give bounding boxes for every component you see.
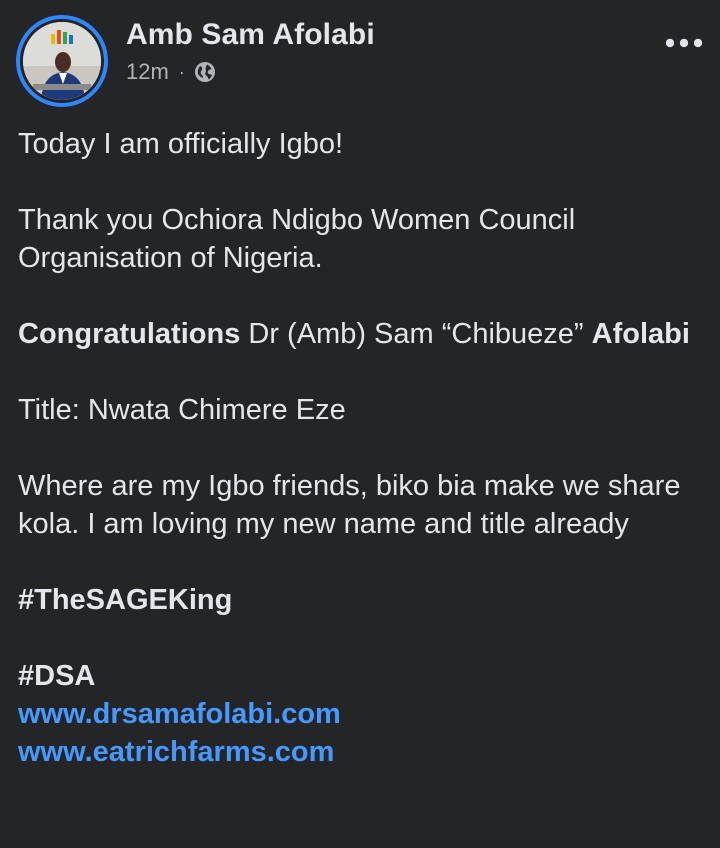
- story-ring[interactable]: [16, 15, 108, 107]
- globe-icon[interactable]: [194, 61, 216, 83]
- congrats-text: Dr (Amb) Sam “Chibueze”: [240, 318, 592, 350]
- meta-separator: ·: [178, 61, 185, 82]
- hashtag-sageking-link[interactable]: #TheSAGEKing: [18, 584, 232, 616]
- hashtag-dsa: #DSA: [18, 657, 708, 695]
- post-body: Today I am officially Igbo! Thank you Oc…: [18, 125, 708, 771]
- avatar-photo: [23, 22, 101, 100]
- congrats-name: Afolabi: [591, 318, 690, 350]
- post-line-thanks: Thank you Ochiora Ndigbo Women Council O…: [18, 204, 576, 274]
- post-line-title: Title: Nwata Chimere Eze: [18, 394, 346, 426]
- post-line-congrats: Congratulations Dr (Amb) Sam “Chibueze” …: [18, 315, 708, 353]
- post-timestamp[interactable]: 12m: [126, 59, 169, 85]
- hashtag-sageking: #TheSAGEKing: [18, 581, 708, 619]
- congrats-bold: Congratulations: [18, 318, 241, 350]
- post-header: Amb Sam Afolabi 12m ·: [0, 0, 720, 120]
- more-dots-icon: [665, 38, 703, 48]
- more-options-button[interactable]: [664, 28, 704, 58]
- author-name[interactable]: Amb Sam Afolabi: [126, 18, 375, 52]
- post-card: Amb Sam Afolabi 12m · Today I am officia…: [0, 0, 720, 848]
- post-line-intro: Today I am officially Igbo!: [18, 128, 344, 160]
- hashtag-dsa-link[interactable]: #DSA: [18, 660, 95, 692]
- post-meta: 12m ·: [126, 58, 216, 86]
- post-line-friends: Where are my Igbo friends, biko bia make…: [18, 470, 681, 540]
- link-eatrichfarms[interactable]: www.eatrichfarms.com: [18, 733, 708, 771]
- link-drsamafolabi[interactable]: www.drsamafolabi.com: [18, 695, 708, 733]
- avatar[interactable]: [20, 19, 104, 103]
